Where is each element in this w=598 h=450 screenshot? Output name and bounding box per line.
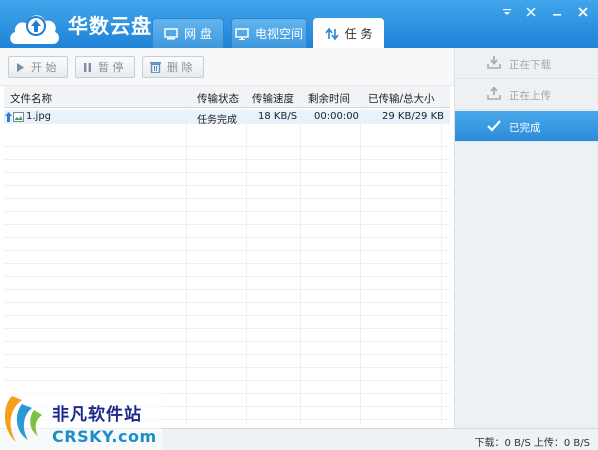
download-speed: 下载：0 B/S (474, 438, 531, 449)
tab-tv-space[interactable]: 电视空间 (231, 18, 307, 48)
transferred-size: 29 KB/29 KB (382, 111, 445, 122)
upload-tray-icon (487, 87, 501, 100)
sidebar-item-uploading[interactable]: 正在上传 (455, 79, 598, 110)
skin-icon (526, 7, 536, 17)
menu-dropdown-icon (503, 9, 511, 15)
tab-label: 电视空间 (254, 27, 303, 41)
empty-row (4, 238, 450, 251)
empty-row (4, 303, 450, 316)
empty-row (4, 290, 450, 303)
minimize-button[interactable] (546, 4, 568, 20)
empty-row (4, 199, 450, 212)
tab-tasks[interactable]: 任 务 (313, 18, 384, 48)
empty-row (4, 173, 450, 186)
empty-row (4, 134, 450, 147)
download-tray-icon (487, 56, 501, 69)
sidebar-item-label: 正在上传 (509, 90, 551, 102)
pause-label: 暂 停 (98, 61, 124, 74)
sidebar-item-label: 正在下载 (509, 59, 551, 71)
watermark-url: CRSKY.com (52, 427, 157, 446)
sidebar-item-downloading[interactable]: 正在下载 (455, 48, 598, 79)
empty-row (4, 342, 450, 355)
transfer-speed: 18 KB/S (258, 111, 298, 122)
transfer-speed-status: 下载：0 B/S 上传：0 B/S (475, 434, 590, 449)
close-icon (578, 7, 588, 17)
pause-icon (84, 62, 91, 72)
empty-row (4, 147, 450, 160)
transfer-arrows-icon (324, 27, 339, 40)
column-header-transferred[interactable]: 已传输/总大小 (368, 91, 435, 106)
start-button[interactable]: 开 始 (8, 56, 68, 78)
delete-label: 删 除 (167, 61, 193, 74)
empty-row (4, 251, 450, 264)
drive-icon (164, 27, 178, 39)
image-file-icon (13, 112, 24, 122)
tab-label: 网 盘 (184, 27, 212, 41)
upload-arrow-icon (5, 112, 12, 122)
empty-row (4, 329, 450, 342)
tab-cloud-drive[interactable]: 网 盘 (152, 18, 224, 48)
tv-icon (235, 27, 249, 40)
upload-speed: 上传：0 B/S (533, 438, 590, 449)
empty-row (4, 355, 450, 368)
checkmark-icon (487, 120, 501, 132)
column-header-speed[interactable]: 传输速度 (252, 91, 294, 106)
empty-row (4, 368, 450, 381)
trash-icon (150, 62, 161, 73)
task-category-panel: 正在下载 正在上传 已完成 (454, 48, 598, 428)
menu-dropdown-button[interactable] (496, 4, 518, 20)
sidebar-item-label: 已完成 (509, 122, 541, 134)
pause-button[interactable]: 暂 停 (75, 56, 135, 78)
watermark-title: 非凡软件站 (52, 405, 142, 425)
transfer-status: 任务完成 (197, 115, 237, 126)
minimize-icon (553, 14, 561, 16)
close-button[interactable] (572, 4, 594, 20)
empty-row (4, 186, 450, 199)
file-name: 1.jpg (26, 111, 52, 122)
start-label: 开 始 (31, 61, 57, 74)
empty-row (4, 264, 450, 277)
table-row[interactable]: 1.jpg 任务完成 18 KB/S 00:00:00 29 KB/29 KB (4, 110, 450, 126)
title-bar: 华数云盘 网 盘 电视空间 任 务 (0, 0, 598, 48)
empty-row (4, 225, 450, 238)
empty-row (4, 277, 450, 290)
column-header-status[interactable]: 传输状态 (197, 91, 239, 106)
skin-button[interactable] (520, 4, 542, 20)
empty-row (4, 316, 450, 329)
empty-row (4, 160, 450, 173)
remaining-time: 00:00:00 (314, 111, 359, 122)
sidebar-item-completed[interactable]: 已完成 (455, 111, 598, 142)
empty-row (4, 212, 450, 225)
tab-label: 任 务 (344, 27, 373, 41)
delete-button[interactable]: 删 除 (142, 56, 204, 78)
column-header-remaining[interactable]: 剩余时间 (308, 91, 350, 106)
task-list: 文件名称 传输状态 传输速度 剩余时间 已传输/总大小 1.jpg 任务完成 1… (4, 86, 450, 424)
table-header: 文件名称 传输状态 传输速度 剩余时间 已传输/总大小 (4, 86, 450, 108)
app-title: 华数云盘 (68, 14, 152, 38)
cloud-logo-icon (10, 15, 59, 44)
column-header-filename[interactable]: 文件名称 (10, 91, 52, 106)
toolbar: 开 始 暂 停 删 除 (0, 48, 454, 86)
play-icon (17, 62, 24, 72)
